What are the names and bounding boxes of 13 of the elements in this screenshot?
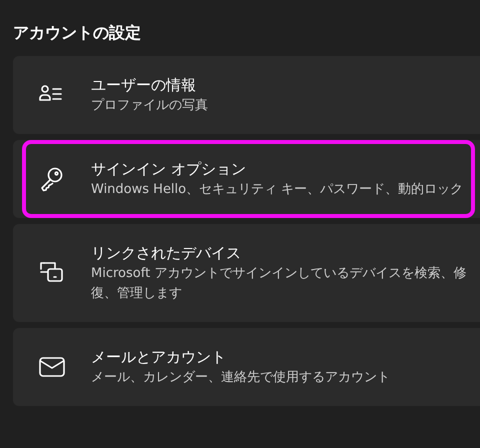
- card-title: ユーザーの情報: [91, 75, 197, 96]
- card-title: サインイン オプション: [91, 159, 247, 180]
- card-title: メールとアカウント: [91, 347, 227, 368]
- section-title: アカウントの設定: [13, 22, 142, 44]
- settings-card[interactable]: リンクされたデバイス Microsoft アカウントでサインインしているデバイスを検索、修 復、管理します: [13, 224, 480, 322]
- card-description: プロファイルの写真: [91, 97, 208, 115]
- settings-card[interactable]: サインイン オプション Windows Hello、セキュリティ キー、パスワード、動的ロック: [13, 140, 480, 218]
- card-title: リンクされたデバイス: [91, 243, 242, 264]
- settings-card[interactable]: メールとアカウント メール、カレンダー、連絡先で使用するアカウント: [13, 328, 480, 406]
- settings-card[interactable]: ユーザーの情報 プロファイルの写真: [13, 56, 480, 134]
- card-description: Microsoft アカウントでサインインしているデバイスを検索、修 復、管理します: [91, 265, 466, 303]
- card-description: メール、カレンダー、連絡先で使用するアカウント: [91, 369, 390, 387]
- card-description: Windows Hello、セキュリティ キー、パスワード、動的ロック: [91, 181, 464, 199]
